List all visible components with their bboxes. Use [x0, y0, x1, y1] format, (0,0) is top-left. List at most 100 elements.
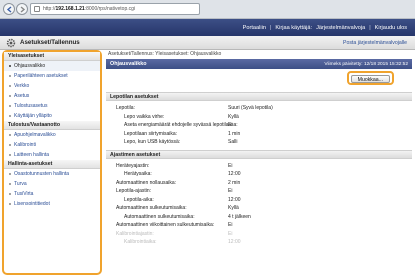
- setting-value: Kyllä: [228, 205, 239, 211]
- sidebar-item-label: Turva: [14, 181, 27, 187]
- setting-row: Lepotilaan siirtymisaika: 1 min: [106, 130, 412, 139]
- sidebar-item-label: Lisensointitiedot: [14, 201, 50, 207]
- bullet-icon: [9, 173, 11, 175]
- sidebar-item-paper-source[interactable]: Paperilähteen asetukset: [4, 71, 100, 81]
- edit-button-highlight: Muokkaa...: [346, 71, 394, 85]
- sidebar-item-user-maintenance[interactable]: Käyttäjän ylläpito: [4, 111, 100, 121]
- setting-label: Automaattinen sulkeutumisaika:: [124, 213, 195, 220]
- address-bar-url: http://192.168.1.21:8000/rps/nativetop.c…: [43, 6, 136, 12]
- sidebar-item-label: Verkko: [14, 83, 30, 89]
- address-bar[interactable]: http://192.168.1.21:8000/rps/nativetop.c…: [30, 3, 200, 15]
- sidebar-item-label: Paperilähteen asetukset: [14, 73, 68, 79]
- setting-value: Salli: [228, 139, 238, 145]
- sidebar-item-label: Laitteen hallinta: [14, 152, 50, 158]
- bullet-icon: [9, 144, 11, 146]
- portal-link[interactable]: Portaaliin: [243, 25, 266, 31]
- sidebar-item-license-info[interactable]: Lisensointitiedot: [4, 199, 100, 209]
- setting-label: Lepo vaikka virhe:: [124, 113, 165, 120]
- setting-row: Kalibrointiaika: 12:00: [106, 238, 412, 247]
- sidebar-item-label: Osastotunnusten hallinta: [14, 171, 70, 177]
- setting-value: Kyllä: [228, 113, 239, 120]
- page-title: Ohjausvalikko: [110, 61, 147, 67]
- sidebar-item-utility-menu[interactable]: Apuohjelmavalikko: [4, 130, 100, 140]
- setting-label: Lepotilaan siirtymisaika:: [124, 130, 178, 137]
- setting-row: Lepotila: Suuri (Syvä lepotila): [106, 104, 412, 113]
- setting-label: Lepotila-ajastin:: [116, 188, 152, 194]
- setting-row: Lepotila-aika: 12:00: [106, 196, 412, 205]
- setting-label: Lepotila:: [116, 105, 135, 111]
- sidebar-heading-general: Yleisasetukset: [4, 52, 100, 61]
- setting-value: 12:00: [228, 239, 241, 245]
- setting-value: 12:00: [228, 171, 241, 177]
- setting-row: Automaattinen nollausaika: 2 min: [106, 179, 412, 188]
- breadcrumb: Asetukset/Tallennus: Yleisasetukset: Ohj…: [108, 51, 222, 57]
- setting-label: Herätysaika:: [124, 171, 152, 177]
- sidebar-item-control-menu[interactable]: Ohjausvalikko: [4, 61, 100, 71]
- setting-row: Automaattinen sulkeutumisaika: Kyllä: [106, 204, 412, 213]
- setting-value: Ei: [228, 188, 233, 194]
- mail-admin-link[interactable]: Posta järjestelmänvalvojalle: [343, 40, 407, 46]
- separator: |: [369, 25, 371, 31]
- sidebar-item-network[interactable]: Verkko: [4, 81, 100, 91]
- setting-value: 12:00: [228, 196, 241, 203]
- page-title-bar: Ohjausvalikko Viimeks päivitetty: 12/18 …: [106, 59, 412, 69]
- settings-title: Asetukset/Tallennus: [20, 39, 80, 46]
- section-heading: Lepotilan asetukset: [106, 92, 412, 101]
- sidebar-item-calibration[interactable]: Kalibrointi: [4, 140, 100, 150]
- setting-value: 4 t jälkeen: [228, 213, 251, 220]
- section-timer-settings: Ajastimen asetukset Heräteyajastin: Ei He…: [106, 149, 412, 247]
- logout-link[interactable]: Kirjaudu ulos: [375, 25, 407, 31]
- separator: |: [269, 25, 272, 31]
- sidebar-item-device-management[interactable]: Laitteen hallinta: [4, 150, 100, 160]
- setting-label: Automaattinen viikoittainen sulkeutumisa…: [116, 222, 215, 228]
- main-content: Asetukset/Tallennus: Yleisasetukset: Ohj…: [106, 50, 412, 280]
- setting-row: Automaattinen sulkeutumisaika: 4 t jälkee…: [106, 213, 412, 222]
- setting-label: Automaattinen nollausaika:: [116, 179, 177, 186]
- setting-label: Aseta energiamäärät ehdojelle syvässä le…: [124, 122, 238, 128]
- back-icon[interactable]: [3, 3, 15, 15]
- bullet-icon: [9, 115, 11, 117]
- setting-label: Lepotila-aika:: [124, 196, 154, 203]
- sidebar-heading-print-receive: Tulostus/Vastaanotto: [4, 121, 100, 130]
- sidebar-item-setting[interactable]: Asetus: [4, 91, 100, 101]
- bullet-icon: [9, 95, 11, 97]
- setting-value: Ei: [228, 230, 233, 237]
- setting-label: Lepo, kun USB käytössä:: [124, 139, 181, 145]
- bullet-icon: [9, 65, 11, 67]
- top-links: Portaaliin | Kirjaa käyttäjä: Järjestelmänv…: [239, 25, 407, 31]
- setting-value: 2 min: [228, 179, 241, 186]
- setting-label: Automaattinen sulkeutumisaika:: [116, 205, 187, 211]
- sidebar: Yleisasetukset Ohjausvalikko Paperilähte…: [2, 50, 102, 275]
- setting-row: Lepo vaikka virhe: Kyllä: [106, 113, 412, 122]
- bullet-icon: [9, 105, 11, 107]
- setting-row: Heräteyajastin: Ei: [106, 162, 412, 171]
- sidebar-item-print-setting[interactable]: Tulostusasetus: [4, 101, 100, 111]
- page-favicon-icon: [34, 6, 40, 12]
- sidebar-item-label: Asetus: [14, 93, 30, 99]
- sidebar-item-power[interactable]: TusiVirta: [4, 189, 100, 199]
- section-heading: Ajastimen asetukset: [106, 149, 412, 159]
- sidebar-item-department-id[interactable]: Osastotunnusten hallinta: [4, 169, 100, 179]
- setting-label: Kalibrointiaika:: [124, 239, 157, 245]
- setting-row: Aseta energiamäärät ehdojelle syvässä le…: [106, 121, 412, 130]
- action-row: Muokkaa...: [106, 69, 412, 89]
- setting-value: Ei: [228, 222, 233, 228]
- sidebar-item-label: Ohjausvalikko: [14, 63, 46, 69]
- setting-row: Kalibrointiajastin: Ei: [106, 230, 412, 239]
- setting-row: Herätysaika: 12:00: [106, 170, 412, 179]
- forward-icon[interactable]: [16, 3, 28, 15]
- bullet-icon: [9, 193, 11, 195]
- bullet-icon: [9, 203, 11, 205]
- top-header-bar: Portaaliin | Kirjaa käyttäjä: Järjestelmänv…: [0, 19, 415, 36]
- bullet-icon: [9, 134, 11, 136]
- sidebar-item-label: Tulostusasetus: [14, 103, 48, 109]
- edit-button[interactable]: Muokkaa...: [350, 75, 390, 83]
- setting-row: Lepo, kun USB käytössä: Salli: [106, 138, 412, 147]
- sidebar-item-security[interactable]: Turva: [4, 179, 100, 189]
- setting-value: Suuri (Syvä lepotila): [228, 105, 273, 111]
- gear-icon: [6, 38, 16, 48]
- sidebar-item-label: Apuohjelmavalikko: [14, 132, 56, 138]
- bullet-icon: [9, 85, 11, 87]
- settings-title-bar: Asetukset/Tallennus Posta järjestelmänva…: [0, 36, 415, 50]
- bullet-icon: [9, 183, 11, 185]
